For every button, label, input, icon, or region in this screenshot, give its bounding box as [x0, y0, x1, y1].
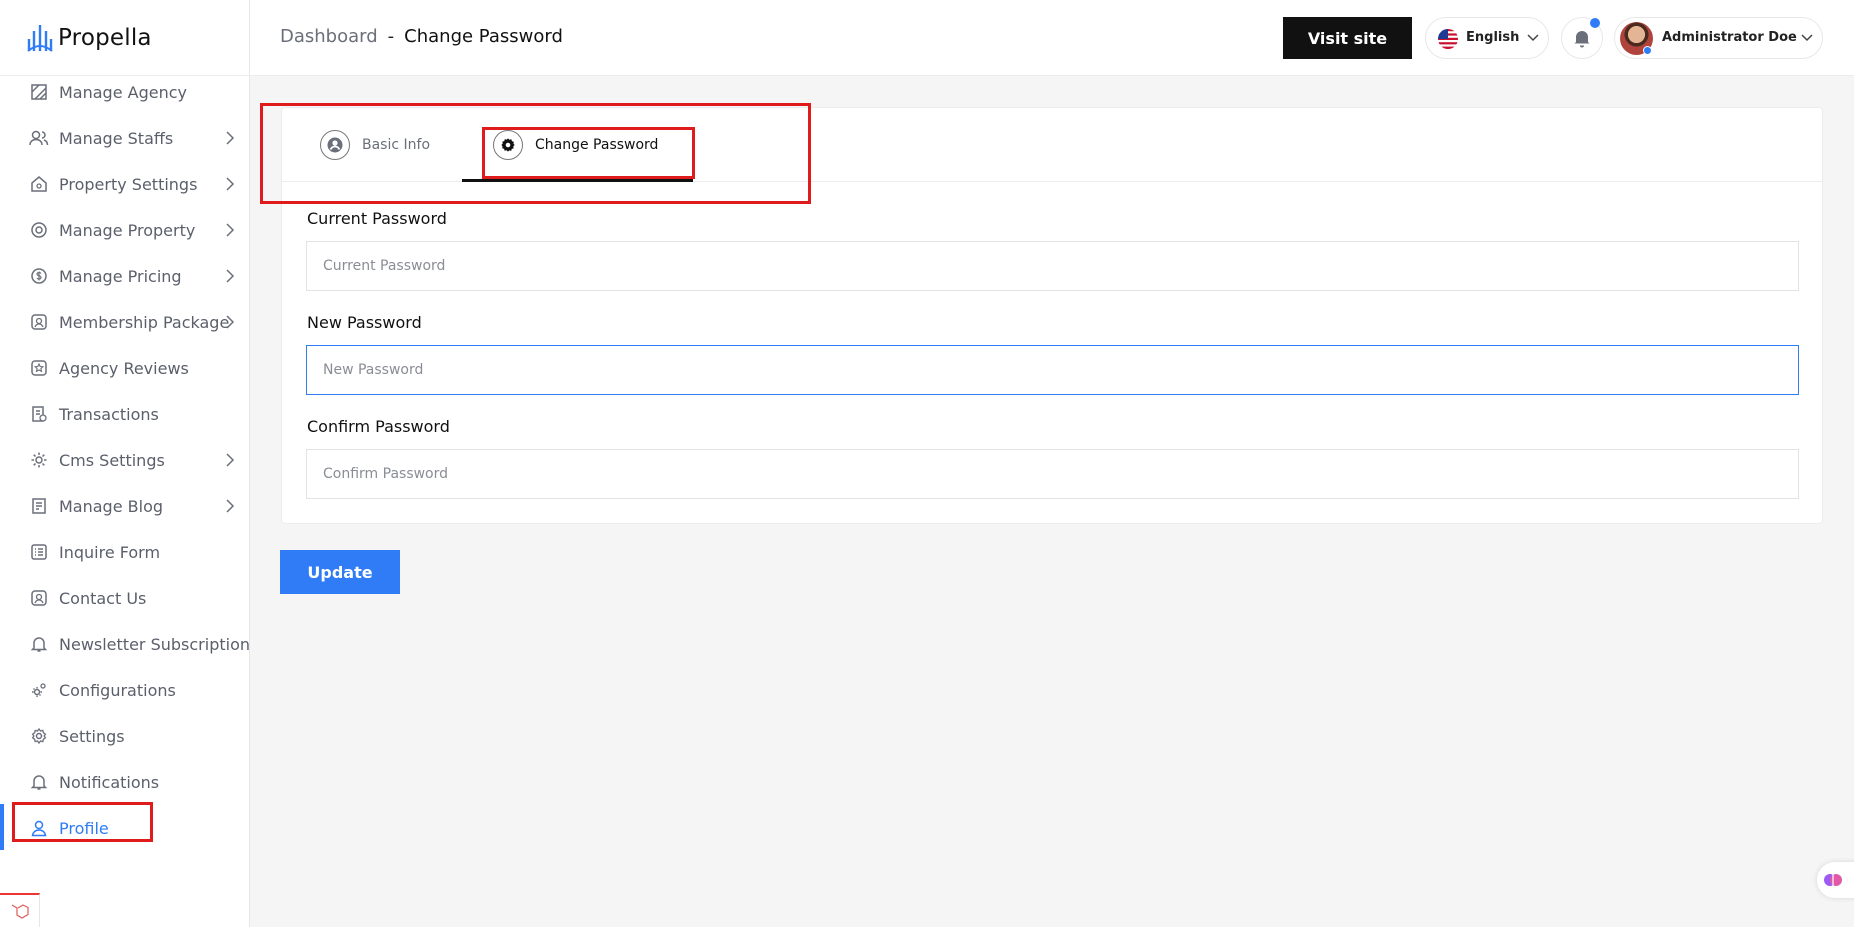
- update-button[interactable]: Update: [280, 550, 400, 594]
- sidebar-item-manage-property[interactable]: Manage Property: [0, 207, 250, 253]
- current-password-label: Current Password: [307, 209, 447, 228]
- sidebar-item-manage-pricing[interactable]: Manage Pricing: [0, 253, 250, 299]
- bell-icon: [29, 772, 49, 792]
- sidebar-item-manage-agency[interactable]: Manage Agency: [0, 69, 250, 115]
- membership-icon: [29, 312, 49, 332]
- bell-icon: [1574, 31, 1590, 48]
- sidebar-item-property-settings[interactable]: Property Settings: [0, 161, 250, 207]
- sidebar-item-cms-settings[interactable]: Cms Settings: [0, 437, 250, 483]
- brain-icon: [1824, 874, 1842, 886]
- form-list-icon: [29, 542, 49, 562]
- sidebar: Propella Manage Agency Manage Staffs Pro…: [0, 0, 250, 927]
- pricing-icon: [29, 266, 49, 286]
- sidebar-item-configurations[interactable]: Configurations: [0, 667, 250, 713]
- sidebar-item-manage-blog[interactable]: Manage Blog: [0, 483, 250, 529]
- chevron-right-icon: [226, 315, 235, 329]
- confirm-password-input[interactable]: [306, 449, 1799, 499]
- receipt-icon: [29, 404, 49, 424]
- sidebar-item-notifications[interactable]: Notifications: [0, 759, 250, 805]
- chevron-right-icon: [226, 177, 235, 191]
- app-name: Propella: [58, 25, 152, 51]
- notification-badge: [1590, 18, 1600, 28]
- sidebar-item-newsletter-subscription[interactable]: Newsletter Subscription: [0, 621, 250, 667]
- chevron-down-icon: [1527, 34, 1539, 42]
- cms-gear-icon: [29, 450, 49, 470]
- online-status-dot: [1643, 46, 1652, 55]
- agency-icon: [29, 82, 49, 102]
- star-icon: [29, 358, 49, 378]
- sidebar-item-transactions[interactable]: Transactions: [0, 391, 250, 437]
- blog-icon: [29, 496, 49, 516]
- sidebar-item-settings[interactable]: Settings: [0, 713, 250, 759]
- breadcrumb-separator: -: [387, 26, 395, 47]
- breadcrumb-dashboard[interactable]: Dashboard: [280, 26, 378, 47]
- gear-icon: [29, 726, 49, 746]
- language-label: English: [1466, 30, 1520, 45]
- new-password-label: New Password: [307, 313, 422, 332]
- user-menu[interactable]: Administrator Doe: [1614, 17, 1823, 59]
- laravel-icon: [11, 904, 29, 919]
- chevron-right-icon: [226, 223, 235, 237]
- debugbar-toggle[interactable]: [0, 893, 40, 927]
- sidebar-item-contact-us[interactable]: Contact Us: [0, 575, 250, 621]
- contact-icon: [29, 588, 49, 608]
- chevron-right-icon: [226, 131, 235, 145]
- highlight-box-change-password-tab: [482, 127, 695, 179]
- sidebar-item-manage-staffs[interactable]: Manage Staffs: [0, 115, 250, 161]
- chevron-right-icon: [226, 499, 235, 513]
- page-title: Change Password: [404, 26, 563, 47]
- us-flag-icon: [1438, 29, 1458, 49]
- users-icon: [29, 128, 49, 148]
- current-password-input[interactable]: [306, 241, 1799, 291]
- top-header: Dashboard - Change Password Visit site E…: [250, 0, 1854, 76]
- bell-icon: [29, 634, 49, 654]
- chevron-down-icon: [1801, 34, 1813, 42]
- property-icon: [29, 220, 49, 240]
- chevron-right-icon: [226, 269, 235, 283]
- highlight-box-profile: [12, 802, 153, 842]
- sidebar-item-inquire-form[interactable]: Inquire Form: [0, 529, 250, 575]
- sidebar-item-agency-reviews[interactable]: Agency Reviews: [0, 345, 250, 391]
- confirm-password-label: Confirm Password: [307, 417, 450, 436]
- chevron-right-icon: [226, 453, 235, 467]
- active-indicator: [0, 804, 4, 850]
- configurations-icon: [29, 680, 49, 700]
- new-password-input[interactable]: [306, 345, 1799, 395]
- house-settings-icon: [29, 174, 49, 194]
- sidebar-item-membership-package[interactable]: Membership Package: [0, 299, 250, 345]
- logo[interactable]: Propella: [26, 22, 152, 54]
- visit-site-button[interactable]: Visit site: [1283, 17, 1412, 59]
- breadcrumb: Dashboard - Change Password: [280, 26, 563, 47]
- language-selector[interactable]: English: [1425, 17, 1549, 59]
- propella-logo-icon: [27, 25, 53, 52]
- assistant-widget-button[interactable]: [1817, 862, 1854, 898]
- user-name: Administrator Doe: [1662, 30, 1797, 45]
